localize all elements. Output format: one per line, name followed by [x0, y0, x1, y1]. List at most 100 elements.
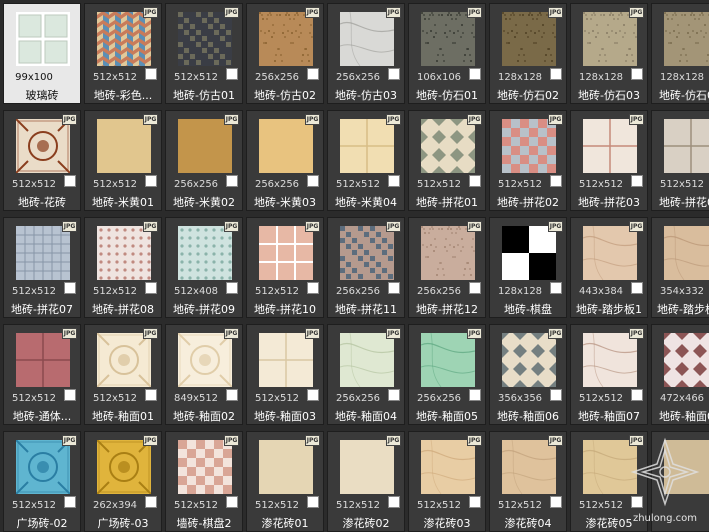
thumbnail-item[interactable]: JPG 512x512 地砖-仿古01	[165, 3, 243, 104]
select-checkbox[interactable]	[307, 389, 319, 401]
thumbnail-item[interactable]: JPG 512x512 墙砖-棋盘2	[165, 431, 243, 532]
tile-texture-image	[340, 333, 394, 387]
image-dimensions: 512x512	[335, 500, 381, 511]
thumbnail-item[interactable]: JPG128x128地砖-仿石04	[651, 3, 709, 104]
select-checkbox[interactable]	[145, 389, 157, 401]
select-checkbox[interactable]	[307, 175, 319, 187]
thumbnail-item[interactable]: JPG 512x512 地砖-拼花01	[408, 110, 486, 211]
thumbnail-item[interactable]: JPG512x512地砖-拼花04	[651, 110, 709, 211]
select-checkbox[interactable]	[550, 389, 562, 401]
thumbnail-item[interactable]: JPG 512x408 地砖-拼花09	[165, 217, 243, 318]
thumbnail-item[interactable]: JPG 128x128 地砖-仿石03	[570, 3, 648, 104]
thumbnail-item[interactable]: JPG 256x256 地砖-釉面05	[408, 324, 486, 425]
thumbnail-item[interactable]: JPG 256x256 地砖-仿古02	[246, 3, 324, 104]
thumbnail-item[interactable]: JPG 512x512 地砖-拼花03	[570, 110, 648, 211]
thumbnail-item[interactable]: JPG 128x128 地砖-棋盘	[489, 217, 567, 318]
thumbnail-item[interactable]: JPG 512x512 地砖-拼花10	[246, 217, 324, 318]
thumbnail-item[interactable]: JPG 512x512 地砖-米黄04	[327, 110, 405, 211]
thumbnail-item[interactable]: JPG 443x384 地砖-踏步板1	[570, 217, 648, 318]
thumbnail-item[interactable]: JPG 256x256 地砖-米黄03	[246, 110, 324, 211]
select-checkbox[interactable]	[64, 282, 76, 294]
select-checkbox[interactable]	[388, 282, 400, 294]
thumbnail-item[interactable]: JPG472x466地砖-釉面08	[651, 324, 709, 425]
select-checkbox[interactable]	[550, 175, 562, 187]
select-checkbox[interactable]	[631, 282, 643, 294]
select-checkbox[interactable]	[226, 496, 238, 508]
tile-texture-image	[259, 119, 313, 173]
select-checkbox[interactable]	[550, 68, 562, 80]
thumbnail-item[interactable]: JPG 356x356 地砖-釉面06	[489, 324, 567, 425]
select-checkbox[interactable]	[469, 389, 481, 401]
select-checkbox[interactable]	[145, 175, 157, 187]
select-checkbox[interactable]	[388, 68, 400, 80]
select-checkbox[interactable]	[226, 389, 238, 401]
select-checkbox[interactable]	[145, 496, 157, 508]
select-checkbox[interactable]	[469, 68, 481, 80]
thumbnail-item[interactable]: JPG 512x512 地砖-米黄01	[84, 110, 162, 211]
thumbnail-item[interactable]: JPG 256x256 地砖-仿古03	[327, 3, 405, 104]
select-checkbox[interactable]	[307, 496, 319, 508]
select-checkbox[interactable]	[145, 282, 157, 294]
thumbnail-item[interactable]: JPG 256x256 地砖-米黄02	[165, 110, 243, 211]
select-checkbox[interactable]	[64, 175, 76, 187]
thumbnail-item[interactable]: JPG354x332地砖-踏步板2	[651, 217, 709, 318]
thumbnail-item[interactable]: JPG 256x256 地砖-釉面04	[327, 324, 405, 425]
thumbnail-item[interactable]: JPG 512x512 地砖-釉面01	[84, 324, 162, 425]
thumbnail-item[interactable]: JPG 256x256 地砖-拼花12	[408, 217, 486, 318]
tile-texture-image	[16, 440, 70, 494]
select-checkbox[interactable]	[388, 389, 400, 401]
file-label: 地砖-米黄04	[335, 196, 397, 209]
select-checkbox[interactable]	[226, 68, 238, 80]
thumbnail-item[interactable]: JPG 849x512 地砖-釉面02	[165, 324, 243, 425]
tile-texture-image	[259, 12, 313, 66]
thumbnail-item[interactable]: JPG 512x512 地砖-拼花08	[84, 217, 162, 318]
select-checkbox[interactable]	[226, 282, 238, 294]
tile-texture-image	[16, 12, 70, 66]
thumbnail-item[interactable]: JPG 512x512 地砖-拼花07	[3, 217, 81, 318]
tile-texture-image	[340, 12, 394, 66]
thumbnail-item[interactable]: JPG 512x512 地砖-通体...	[3, 324, 81, 425]
thumbnail-item[interactable]: JPG 256x256 地砖-拼花11	[327, 217, 405, 318]
select-checkbox[interactable]	[226, 175, 238, 187]
select-checkbox[interactable]	[469, 496, 481, 508]
thumbnail-item[interactable]: JPG 128x128 地砖-仿石02	[489, 3, 567, 104]
file-label: 广场砖-02	[16, 517, 68, 530]
file-label: 地砖-拼花08	[92, 303, 154, 316]
thumbnail-item[interactable]: 99x100 玻璃砖	[3, 3, 81, 104]
jpg-badge-icon: JPG	[467, 7, 482, 18]
select-checkbox[interactable]	[307, 282, 319, 294]
tile-texture-image	[421, 226, 475, 280]
thumbnail-item[interactable]: JPG 512x512 广场砖-02	[3, 431, 81, 532]
select-checkbox[interactable]	[64, 496, 76, 508]
thumbnail-item[interactable]: JPG 512x512 渗花砖04	[489, 431, 567, 532]
select-checkbox[interactable]	[388, 496, 400, 508]
file-label: 地砖-釉面01	[92, 410, 154, 423]
thumbnail-item[interactable]: JPG 512x512 渗花砖01	[246, 431, 324, 532]
jpg-badge-icon: JPG	[305, 328, 320, 339]
select-checkbox[interactable]	[550, 496, 562, 508]
image-dimensions: 472x466	[659, 393, 705, 404]
select-checkbox[interactable]	[631, 389, 643, 401]
select-checkbox[interactable]	[145, 68, 157, 80]
select-checkbox[interactable]	[469, 282, 481, 294]
file-label: 玻璃砖	[25, 89, 59, 102]
thumbnail-item[interactable]: JPG 512x512 地砖-拼花02	[489, 110, 567, 211]
select-checkbox[interactable]	[631, 175, 643, 187]
tile-texture-image	[502, 440, 556, 494]
thumbnail-item[interactable]: JPG 512x512 地砖-花砖	[3, 110, 81, 211]
thumbnail-item[interactable]: JPG 512x512 渗花砖03	[408, 431, 486, 532]
thumbnail-item[interactable]: JPG 512x512 渗花砖02	[327, 431, 405, 532]
select-checkbox[interactable]	[631, 68, 643, 80]
thumbnail-item[interactable]: JPG 512x512 地砖-釉面03	[246, 324, 324, 425]
select-checkbox[interactable]	[388, 175, 400, 187]
select-checkbox[interactable]	[307, 68, 319, 80]
select-checkbox[interactable]	[550, 282, 562, 294]
thumbnail-item[interactable]: JPG 262x394 广场砖-03	[84, 431, 162, 532]
thumbnail-item[interactable]: JPG 106x106 地砖-仿石01	[408, 3, 486, 104]
file-label: 地砖-花砖	[18, 196, 66, 209]
select-checkbox[interactable]	[64, 389, 76, 401]
thumbnail-item[interactable]: JPG 512x512 地砖-彩色...	[84, 3, 162, 104]
file-label: 渗花砖04	[504, 517, 552, 530]
thumbnail-item[interactable]: JPG 512x512 地砖-釉面07	[570, 324, 648, 425]
select-checkbox[interactable]	[469, 175, 481, 187]
